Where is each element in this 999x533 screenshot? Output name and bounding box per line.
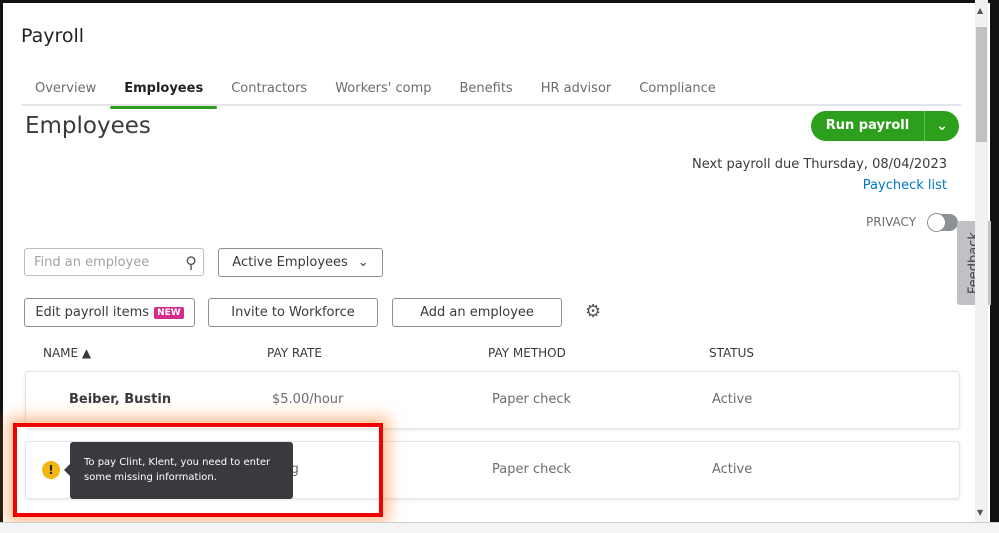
column-header-pay-rate: PAY RATE (267, 346, 322, 360)
column-header-name[interactable]: NAME ▲ (43, 346, 91, 360)
tab-benefits[interactable]: Benefits (445, 79, 526, 104)
scrollbar[interactable]: ▲ ▼ (975, 0, 988, 522)
edit-payroll-items-label: Edit payroll items (35, 305, 150, 320)
pay-rate: $5.00/hour (272, 392, 344, 407)
privacy-label: PRIVACY (866, 215, 917, 229)
pay-method: Paper check (492, 462, 572, 477)
page-title: Payroll (21, 25, 85, 47)
privacy-toggle[interactable] (928, 214, 958, 231)
scrollbar-thumb[interactable] (976, 27, 987, 142)
employee-search: ⚲ (24, 248, 204, 276)
tab-workers-comp[interactable]: Workers' comp (321, 79, 445, 104)
scroll-up-icon[interactable]: ▲ (977, 6, 983, 15)
search-input[interactable] (32, 254, 176, 271)
app-window: Payroll Overview Employees Contractors W… (0, 0, 999, 532)
run-payroll-split-button: Run payroll ⌄ (811, 111, 959, 141)
column-header-status: STATUS (709, 346, 755, 360)
edit-payroll-items-button[interactable]: Edit payroll items NEW (24, 298, 195, 327)
employee-filter-dropdown[interactable]: Active Employees ⌄ (218, 248, 383, 277)
add-employee-button[interactable]: Add an employee (392, 298, 562, 327)
tab-hr-advisor[interactable]: HR advisor (527, 79, 626, 104)
section-heading: Employees (25, 113, 151, 139)
new-badge: NEW (154, 306, 184, 319)
chevron-down-icon[interactable]: ⌄ (925, 111, 959, 141)
search-icon[interactable]: ⚲ (185, 253, 197, 272)
tab-overview[interactable]: Overview (21, 79, 110, 104)
table-row[interactable]: Beiber, Bustin $5.00/hour Paper check Ac… (25, 371, 960, 429)
tab-compliance[interactable]: Compliance (625, 79, 730, 104)
column-header-pay-method: PAY METHOD (488, 346, 566, 360)
employee-name[interactable]: Beiber, Bustin (69, 392, 171, 407)
tab-contractors[interactable]: Contractors (217, 79, 321, 104)
toggle-knob (928, 214, 945, 231)
next-payroll-text: Next payroll due Thursday, 08/04/2023 (692, 157, 947, 172)
status: Active (712, 392, 753, 407)
scroll-down-icon[interactable]: ▼ (977, 508, 983, 517)
background-area (0, 522, 999, 533)
status: Active (712, 462, 753, 477)
filter-selected: Active Employees (232, 255, 348, 270)
gear-icon[interactable]: ⚙ (585, 301, 601, 322)
chevron-down-icon: ⌄ (357, 255, 369, 270)
invite-to-workforce-button[interactable]: Invite to Workforce (208, 298, 378, 327)
tab-bar: Overview Employees Contractors Workers' … (21, 79, 961, 109)
pay-method: Paper check (492, 392, 572, 407)
tab-employees[interactable]: Employees (110, 79, 218, 109)
paycheck-list-link[interactable]: Paycheck list (863, 178, 947, 193)
warning-icon[interactable]: ! (42, 461, 60, 479)
run-payroll-button[interactable]: Run payroll (811, 111, 925, 141)
missing-info-tooltip: To pay Clint, Klent, you need to enter s… (64, 442, 293, 499)
